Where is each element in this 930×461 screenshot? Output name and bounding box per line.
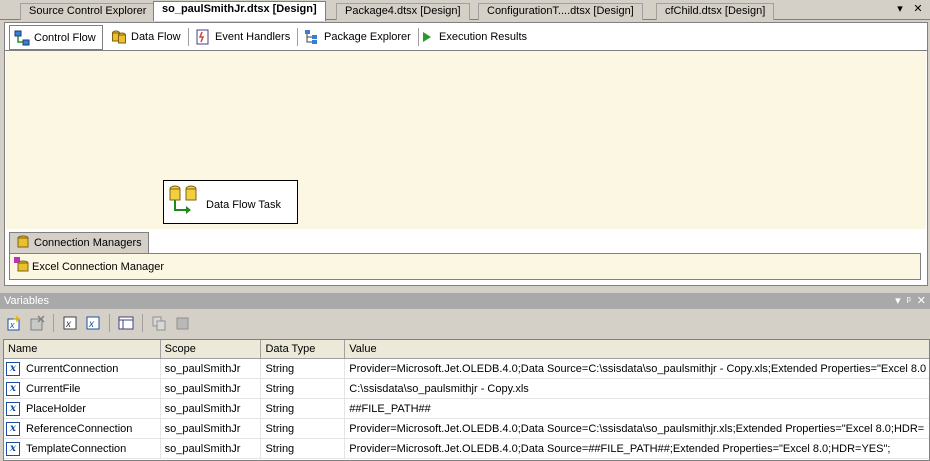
variable-icon: x xyxy=(6,362,20,376)
move-variable-icon xyxy=(152,316,166,331)
column-header-scope[interactable]: Scope xyxy=(161,340,262,359)
window-position-icon[interactable]: ▾ xyxy=(895,293,901,309)
task-label: Data Flow Task xyxy=(206,199,281,211)
data-flow-task-icon xyxy=(168,184,198,221)
variable-value[interactable]: Provider=Microsoft.Jet.OLEDB.4.0;Data So… xyxy=(345,439,929,459)
variables-grid: Name Scope Data Type Value x CurrentConne… xyxy=(3,339,930,461)
variables-title: Variables xyxy=(4,295,50,307)
execution-results-icon xyxy=(419,29,435,45)
control-flow-canvas[interactable]: Data Flow Task xyxy=(6,51,926,229)
delete-variable-button[interactable] xyxy=(27,313,47,333)
variables-toolbar: x x x xyxy=(0,309,930,337)
tab-label: Data Flow xyxy=(131,31,181,43)
system-variables-icon: x xyxy=(63,316,77,330)
tab-configuration-design[interactable]: ConfigurationT....dtsx [Design] xyxy=(478,3,643,20)
tab-source-control-explorer[interactable]: Source Control Explorer xyxy=(20,3,156,20)
tab-label: Event Handlers xyxy=(215,31,291,43)
table-row[interactable]: x CurrentConnection so_paulSmithJr String… xyxy=(4,359,929,379)
connection-managers-icon xyxy=(16,235,30,252)
choose-columns-button[interactable] xyxy=(116,313,136,333)
variable-icon: x xyxy=(6,422,20,436)
table-row[interactable]: x ReferenceConnection so_paulSmithJr Stri… xyxy=(4,419,929,439)
table-row[interactable]: x PlaceHolder so_paulSmithJr String ##FIL… xyxy=(4,399,929,419)
tab-connection-managers[interactable]: Connection Managers xyxy=(9,232,149,253)
tab-execution-results[interactable]: Execution Results xyxy=(415,26,533,48)
column-header-data-type[interactable]: Data Type xyxy=(261,340,346,359)
svg-text:x: x xyxy=(9,320,15,330)
svg-text:x: x xyxy=(65,319,72,330)
variable-scope: so_paulSmithJr xyxy=(161,419,262,439)
variable-data-type[interactable]: String xyxy=(261,359,346,379)
choose-columns-icon xyxy=(118,316,134,330)
tab-package-explorer[interactable]: Package Explorer xyxy=(300,26,419,48)
tab-label: Control Flow xyxy=(34,31,96,44)
package-explorer-icon xyxy=(304,29,320,45)
grid-header: Name Scope Data Type Value xyxy=(4,340,929,359)
column-header-name[interactable]: Name xyxy=(4,340,161,359)
tab-package4-design[interactable]: Package4.dtsx [Design] xyxy=(336,3,470,20)
event-handlers-icon xyxy=(195,29,211,45)
tab-so-paulsmithjr-design[interactable]: so_paulSmithJr.dtsx [Design] xyxy=(153,1,326,21)
variable-data-type[interactable]: String xyxy=(261,419,346,439)
excel-connection-icon xyxy=(14,257,30,276)
package-designer: Control Flow Data Flow Event Handlers Pa… xyxy=(4,22,928,286)
tab-label: Connection Managers xyxy=(34,237,142,249)
variable-properties-button[interactable] xyxy=(172,313,192,333)
properties-icon xyxy=(176,317,189,330)
variable-value[interactable]: Provider=Microsoft.Jet.OLEDB.4.0;Data So… xyxy=(345,419,929,439)
show-all-variables-button[interactable]: x xyxy=(83,313,103,333)
variable-value[interactable]: ##FILE_PATH## xyxy=(345,399,929,419)
variable-name[interactable]: TemplateConnection xyxy=(26,439,126,459)
add-variable-icon: x xyxy=(7,315,21,331)
variable-scope: so_paulSmithJr xyxy=(161,359,262,379)
tab-event-handlers[interactable]: Event Handlers xyxy=(191,26,299,48)
variable-value[interactable]: C:\ssisdata\so_paulsmithjr - Copy.xls xyxy=(345,379,929,399)
close-window-icon[interactable]: ✕ xyxy=(917,293,926,309)
designer-tab-strip: Control Flow Data Flow Event Handlers Pa… xyxy=(5,23,927,51)
delete-variable-icon xyxy=(30,315,45,331)
variable-data-type[interactable]: String xyxy=(261,379,346,399)
move-variable-button[interactable] xyxy=(149,313,169,333)
add-variable-button[interactable]: x xyxy=(4,313,24,333)
show-system-variables-button[interactable]: x xyxy=(60,313,80,333)
close-document-icon[interactable]: ✕ xyxy=(911,2,925,16)
variable-name[interactable]: ReferenceConnection xyxy=(26,419,132,439)
variable-name[interactable]: CurrentFile xyxy=(26,379,80,399)
tab-label: Execution Results xyxy=(439,31,528,43)
table-row[interactable]: x TemplateConnection so_paulSmithJr Strin… xyxy=(4,439,929,459)
variable-icon: x xyxy=(6,402,20,416)
tab-label: Package Explorer xyxy=(324,31,411,43)
auto-hide-pin-icon[interactable]: ᵖ xyxy=(907,293,911,309)
document-tab-strip: Source Control Explorer so_paulSmithJr.d… xyxy=(0,0,930,21)
data-flow-task[interactable]: Data Flow Task xyxy=(163,180,298,224)
variable-scope: so_paulSmithJr xyxy=(161,399,262,419)
tab-control-flow[interactable]: Control Flow xyxy=(9,25,103,50)
column-header-value[interactable]: Value xyxy=(345,340,929,359)
excel-connection-manager[interactable]: Excel Connection Manager xyxy=(32,261,164,273)
table-row[interactable]: x CurrentFile so_paulSmithJr String C:\ss… xyxy=(4,379,929,399)
variables-title-bar: Variables ▾ ᵖ ✕ xyxy=(0,293,930,309)
variable-value[interactable]: Provider=Microsoft.Jet.OLEDB.4.0;Data So… xyxy=(345,359,929,379)
variable-data-type[interactable]: String xyxy=(261,399,346,419)
all-variables-icon: x xyxy=(86,316,100,330)
variable-icon: x xyxy=(6,382,20,396)
data-flow-icon xyxy=(111,29,127,45)
tab-cfchild-design[interactable]: cfChild.dtsx [Design] xyxy=(656,3,775,20)
tab-data-flow[interactable]: Data Flow xyxy=(107,26,189,48)
variable-icon: x xyxy=(6,442,20,456)
variable-data-type[interactable]: String xyxy=(261,439,346,459)
svg-text:x: x xyxy=(88,319,95,330)
variable-scope: so_paulSmithJr xyxy=(161,439,262,459)
connection-managers-area: Excel Connection Manager xyxy=(9,253,921,280)
variable-scope: so_paulSmithJr xyxy=(161,379,262,399)
variable-name[interactable]: PlaceHolder xyxy=(26,399,86,419)
variable-name[interactable]: CurrentConnection xyxy=(26,359,118,379)
control-flow-icon xyxy=(14,30,30,46)
tab-list-dropdown-icon[interactable]: ▾ xyxy=(893,2,907,16)
